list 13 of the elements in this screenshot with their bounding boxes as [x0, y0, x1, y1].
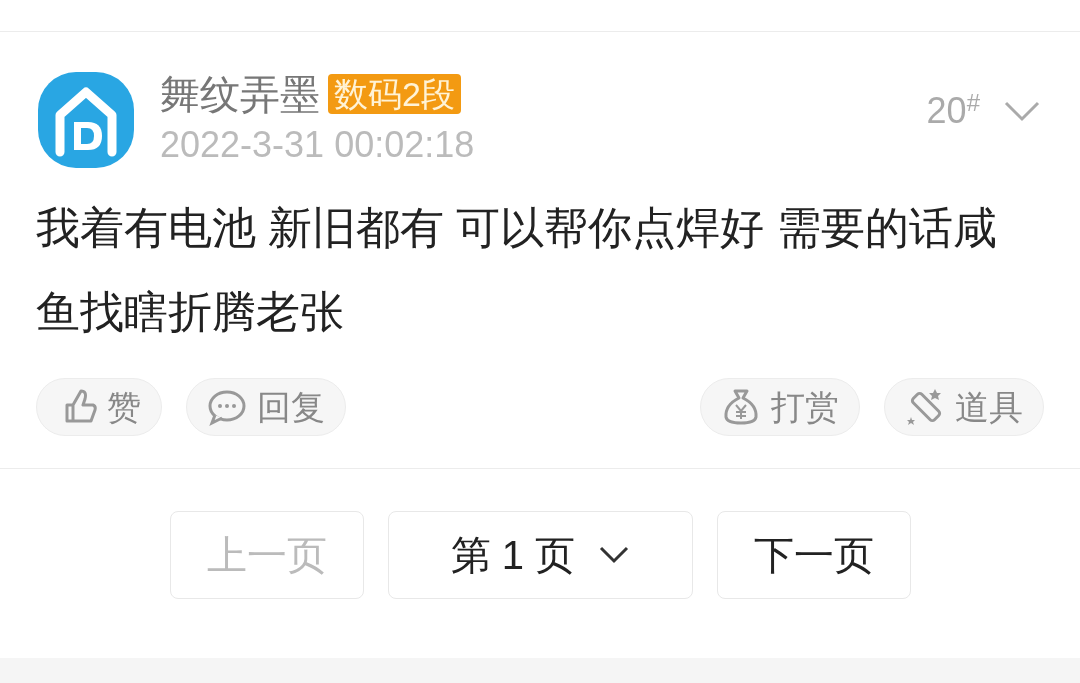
next-page-button[interactable]: 下一页 [716, 511, 911, 599]
chevron-down-icon[interactable] [1004, 100, 1040, 122]
post-time: 2022-3-31 00:02:18 [160, 123, 476, 167]
floor-number: 20$^{#}$ [926, 88, 980, 133]
rank-badge: 数码2段 [328, 74, 461, 114]
like-button[interactable]: 赞 [36, 378, 162, 436]
page-selector[interactable]: 第 1 页 [387, 511, 693, 599]
author-name[interactable]: 舞纹弄墨 [160, 70, 320, 118]
tip-button[interactable]: 打赏 [700, 378, 860, 436]
props-button[interactable]: 道具 [884, 378, 1044, 436]
post-content: 我着有电池 新旧都有 可以帮你点焊好 需要的话咸鱼找瞎折腾老张 [36, 202, 998, 338]
reply-button[interactable]: 回复 [186, 378, 346, 436]
chevron-down-icon [599, 546, 630, 564]
